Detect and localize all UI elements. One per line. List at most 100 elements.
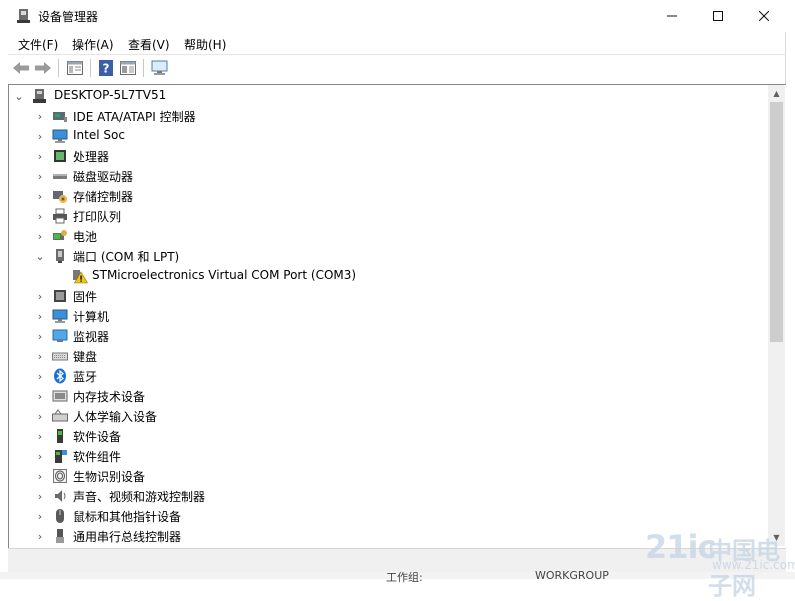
- maximize-icon: [713, 11, 723, 21]
- scan-hardware-button[interactable]: [150, 58, 170, 78]
- minimize-icon: [667, 15, 677, 17]
- monitor-icon: [52, 129, 68, 143]
- memory-device-icon: [52, 390, 68, 402]
- tree-item-print-queue[interactable]: › 打印队列: [9, 206, 769, 226]
- expand-chevron-icon[interactable]: ›: [34, 306, 46, 326]
- tree-item-biometric[interactable]: › 生物识别设备: [9, 466, 769, 486]
- scroll-up-icon[interactable]: ▲: [768, 85, 785, 102]
- tree-root[interactable]: ⌄ DESKTOP-5L7TV51: [9, 86, 769, 106]
- hid-icon: [52, 409, 68, 422]
- tree-item-label: 处理器: [73, 150, 110, 164]
- expand-chevron-icon[interactable]: ›: [34, 326, 46, 346]
- processor-icon: [54, 150, 66, 162]
- maximize-button[interactable]: [695, 0, 741, 32]
- tree-item-label: 通用串行总线控制器: [73, 530, 182, 544]
- expand-chevron-icon[interactable]: ›: [34, 386, 46, 406]
- collapse-chevron-icon[interactable]: ⌄: [34, 246, 46, 266]
- expand-chevron-icon[interactable]: ›: [34, 146, 46, 166]
- expand-chevron-icon[interactable]: ›: [34, 406, 46, 426]
- menu-action[interactable]: 操作(A): [72, 36, 114, 53]
- expand-chevron-icon[interactable]: ›: [34, 346, 46, 366]
- expand-chevron-icon[interactable]: ›: [34, 526, 46, 546]
- tree-item-keyboard[interactable]: › 键盘: [9, 346, 769, 366]
- computer-icon: [33, 89, 46, 103]
- expand-chevron-icon[interactable]: ›: [34, 366, 46, 386]
- monitor-scan-icon: [151, 60, 168, 75]
- minimize-button[interactable]: [649, 0, 695, 32]
- storage-controller-icon: [53, 191, 67, 203]
- tree-item-mouse[interactable]: › 鼠标和其他指针设备: [9, 506, 769, 526]
- tree-root-label: DESKTOP-5L7TV51: [54, 88, 167, 102]
- printer-icon: [53, 208, 67, 224]
- expand-chevron-icon[interactable]: ›: [34, 166, 46, 186]
- tree-item-storage[interactable]: › 存储控制器: [9, 186, 769, 206]
- tree-item-firmware[interactable]: › 固件: [9, 286, 769, 306]
- expand-chevron-icon[interactable]: ›: [34, 186, 46, 206]
- port-icon: [56, 249, 64, 263]
- tree-item-computer[interactable]: › 计算机: [9, 306, 769, 326]
- window-title: 设备管理器: [38, 10, 99, 24]
- tree-item-label: 存储控制器: [73, 190, 134, 204]
- tree-item-battery[interactable]: › 电池: [9, 226, 769, 246]
- tree-item-audio[interactable]: › 声音、视频和游戏控制器: [9, 486, 769, 506]
- tree-item-intel-soc[interactable]: › Intel Soc: [9, 126, 769, 146]
- scrollbar-thumb[interactable]: [770, 102, 783, 342]
- menu-help[interactable]: 帮助(H): [184, 36, 226, 53]
- tree-item-software-component[interactable]: › 软件组件: [9, 446, 769, 466]
- close-button[interactable]: [741, 0, 787, 32]
- expand-chevron-icon[interactable]: ›: [34, 506, 46, 526]
- display-icon: [52, 329, 68, 342]
- forward-button[interactable]: [33, 58, 53, 78]
- tree-item-hid[interactable]: › 人体学输入设备: [9, 406, 769, 426]
- expand-chevron-icon[interactable]: ›: [34, 206, 46, 226]
- fingerprint-icon: [53, 469, 67, 483]
- properties-button[interactable]: [65, 58, 85, 78]
- watermark-url: www.21ic.com: [712, 558, 795, 572]
- toolbar-separator: [143, 59, 144, 77]
- menu-bar: 文件(F) 操作(A) 查看(V) 帮助(H): [0, 32, 786, 54]
- tree-item-disk[interactable]: › 磁盘驱动器: [9, 166, 769, 186]
- help-icon: ?: [99, 60, 113, 76]
- tree-item-bluetooth[interactable]: › 蓝牙: [9, 366, 769, 386]
- expand-chevron-icon[interactable]: ›: [34, 126, 46, 146]
- expand-chevron-icon[interactable]: ›: [34, 446, 46, 466]
- back-button[interactable]: [11, 58, 31, 78]
- expand-chevron-icon[interactable]: ›: [34, 106, 46, 126]
- expand-chevron-icon[interactable]: ›: [34, 466, 46, 486]
- expand-chevron-icon[interactable]: ›: [34, 226, 46, 246]
- tree-item-processor[interactable]: › 处理器: [9, 146, 769, 166]
- tree-item-stm-com-port[interactable]: STMicroelectronics Virtual COM Port (COM…: [9, 266, 769, 286]
- collapse-chevron-icon[interactable]: ⌄: [13, 86, 25, 106]
- tree-item-monitor[interactable]: › 监视器: [9, 326, 769, 346]
- ide-controller-icon: [53, 112, 67, 122]
- forward-icon: [35, 62, 51, 74]
- tree-item-label: 声音、视频和游戏控制器: [73, 490, 206, 504]
- usb-icon: [56, 529, 64, 543]
- tree-item-label: 磁盘驱动器: [73, 170, 134, 184]
- tree-item-label: 打印队列: [73, 210, 122, 224]
- expand-chevron-icon[interactable]: ›: [34, 286, 46, 306]
- tree-item-software-device[interactable]: › 软件设备: [9, 426, 769, 446]
- battery-icon: [53, 230, 67, 240]
- bluetooth-icon: [54, 368, 66, 384]
- help-button[interactable]: ?: [96, 58, 116, 78]
- tree-item-label: 生物识别设备: [73, 470, 146, 484]
- view-button[interactable]: [118, 58, 138, 78]
- expand-chevron-icon[interactable]: ›: [34, 486, 46, 506]
- tree-item-memory-device[interactable]: › 内存技术设备: [9, 386, 769, 406]
- software-component-icon: [55, 450, 67, 463]
- speaker-icon: [55, 490, 66, 502]
- menu-file[interactable]: 文件(F): [18, 36, 58, 53]
- tree-item-label: 软件组件: [73, 450, 122, 464]
- tree-item-ports[interactable]: ⌄ 端口 (COM 和 LPT): [9, 246, 769, 266]
- title-bar: 设备管理器: [0, 0, 795, 32]
- toolbar-separator: [58, 59, 59, 77]
- tree-item-ide[interactable]: › IDE ATA/ATAPI 控制器: [9, 106, 769, 126]
- tree-item-label: 内存技术设备: [73, 390, 146, 404]
- toolbar: ?: [8, 55, 786, 81]
- back-icon: [13, 62, 29, 74]
- expand-chevron-icon[interactable]: ›: [34, 426, 46, 446]
- tree-item-label: 固件: [73, 290, 98, 304]
- menu-view[interactable]: 查看(V): [128, 36, 170, 53]
- properties-icon: [67, 61, 83, 75]
